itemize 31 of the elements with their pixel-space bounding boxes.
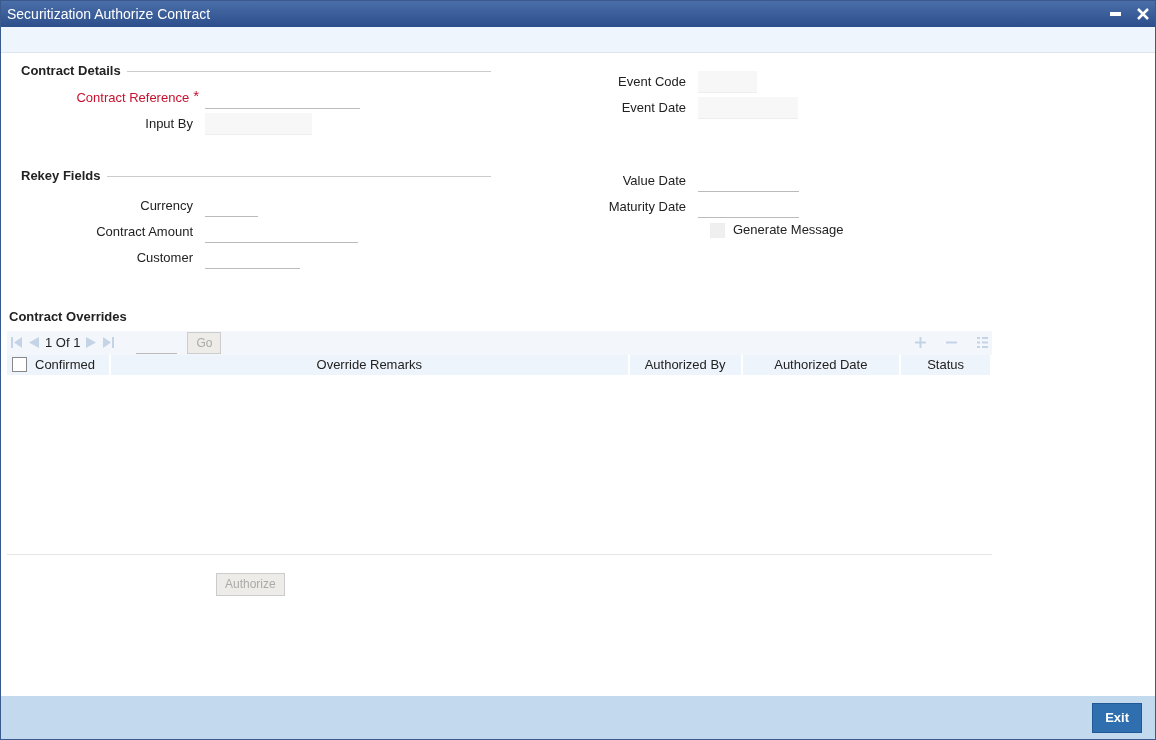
section-heading: Contract Details [21, 62, 121, 81]
column-header: Override Remarks [316, 355, 422, 374]
column-header: Authorized Date [774, 355, 868, 374]
section-heading: Rekey Fields [21, 167, 101, 186]
next-page-icon[interactable] [86, 337, 98, 348]
first-page-icon[interactable] [11, 337, 22, 348]
field-label: Input By [145, 116, 193, 132]
field-label: Contract Amount [96, 224, 193, 240]
window-title: Securitization Authorize Contract [7, 4, 212, 24]
close-icon[interactable] [1137, 8, 1149, 20]
column-header: Status [927, 355, 964, 374]
list-icon[interactable] [977, 337, 988, 348]
page-indicator: 1 Of 1 [45, 333, 81, 352]
checkbox-label: Generate Message [733, 221, 844, 240]
last-page-icon[interactable] [103, 337, 115, 348]
previous-page-icon[interactable] [28, 337, 39, 348]
required-mark: * [193, 87, 199, 105]
field-label: Customer [136, 250, 193, 266]
column-header: Confirmed [35, 355, 95, 374]
exit-button[interactable]: Exit [1092, 702, 1142, 733]
checkbox[interactable] [12, 357, 27, 372]
field-label: Maturity Date [608, 199, 686, 215]
column-header: Authorized By [644, 355, 726, 374]
field-label: Event Code [618, 74, 686, 90]
minimize-icon[interactable] [1110, 12, 1121, 16]
add-icon[interactable] [915, 337, 926, 348]
field-label: Value Date [622, 173, 686, 189]
field-label: Event Date [621, 100, 686, 116]
field-label: Contract Reference [76, 90, 190, 106]
section-heading: Contract Overrides [8, 308, 128, 326]
field-label: Currency [140, 198, 193, 214]
